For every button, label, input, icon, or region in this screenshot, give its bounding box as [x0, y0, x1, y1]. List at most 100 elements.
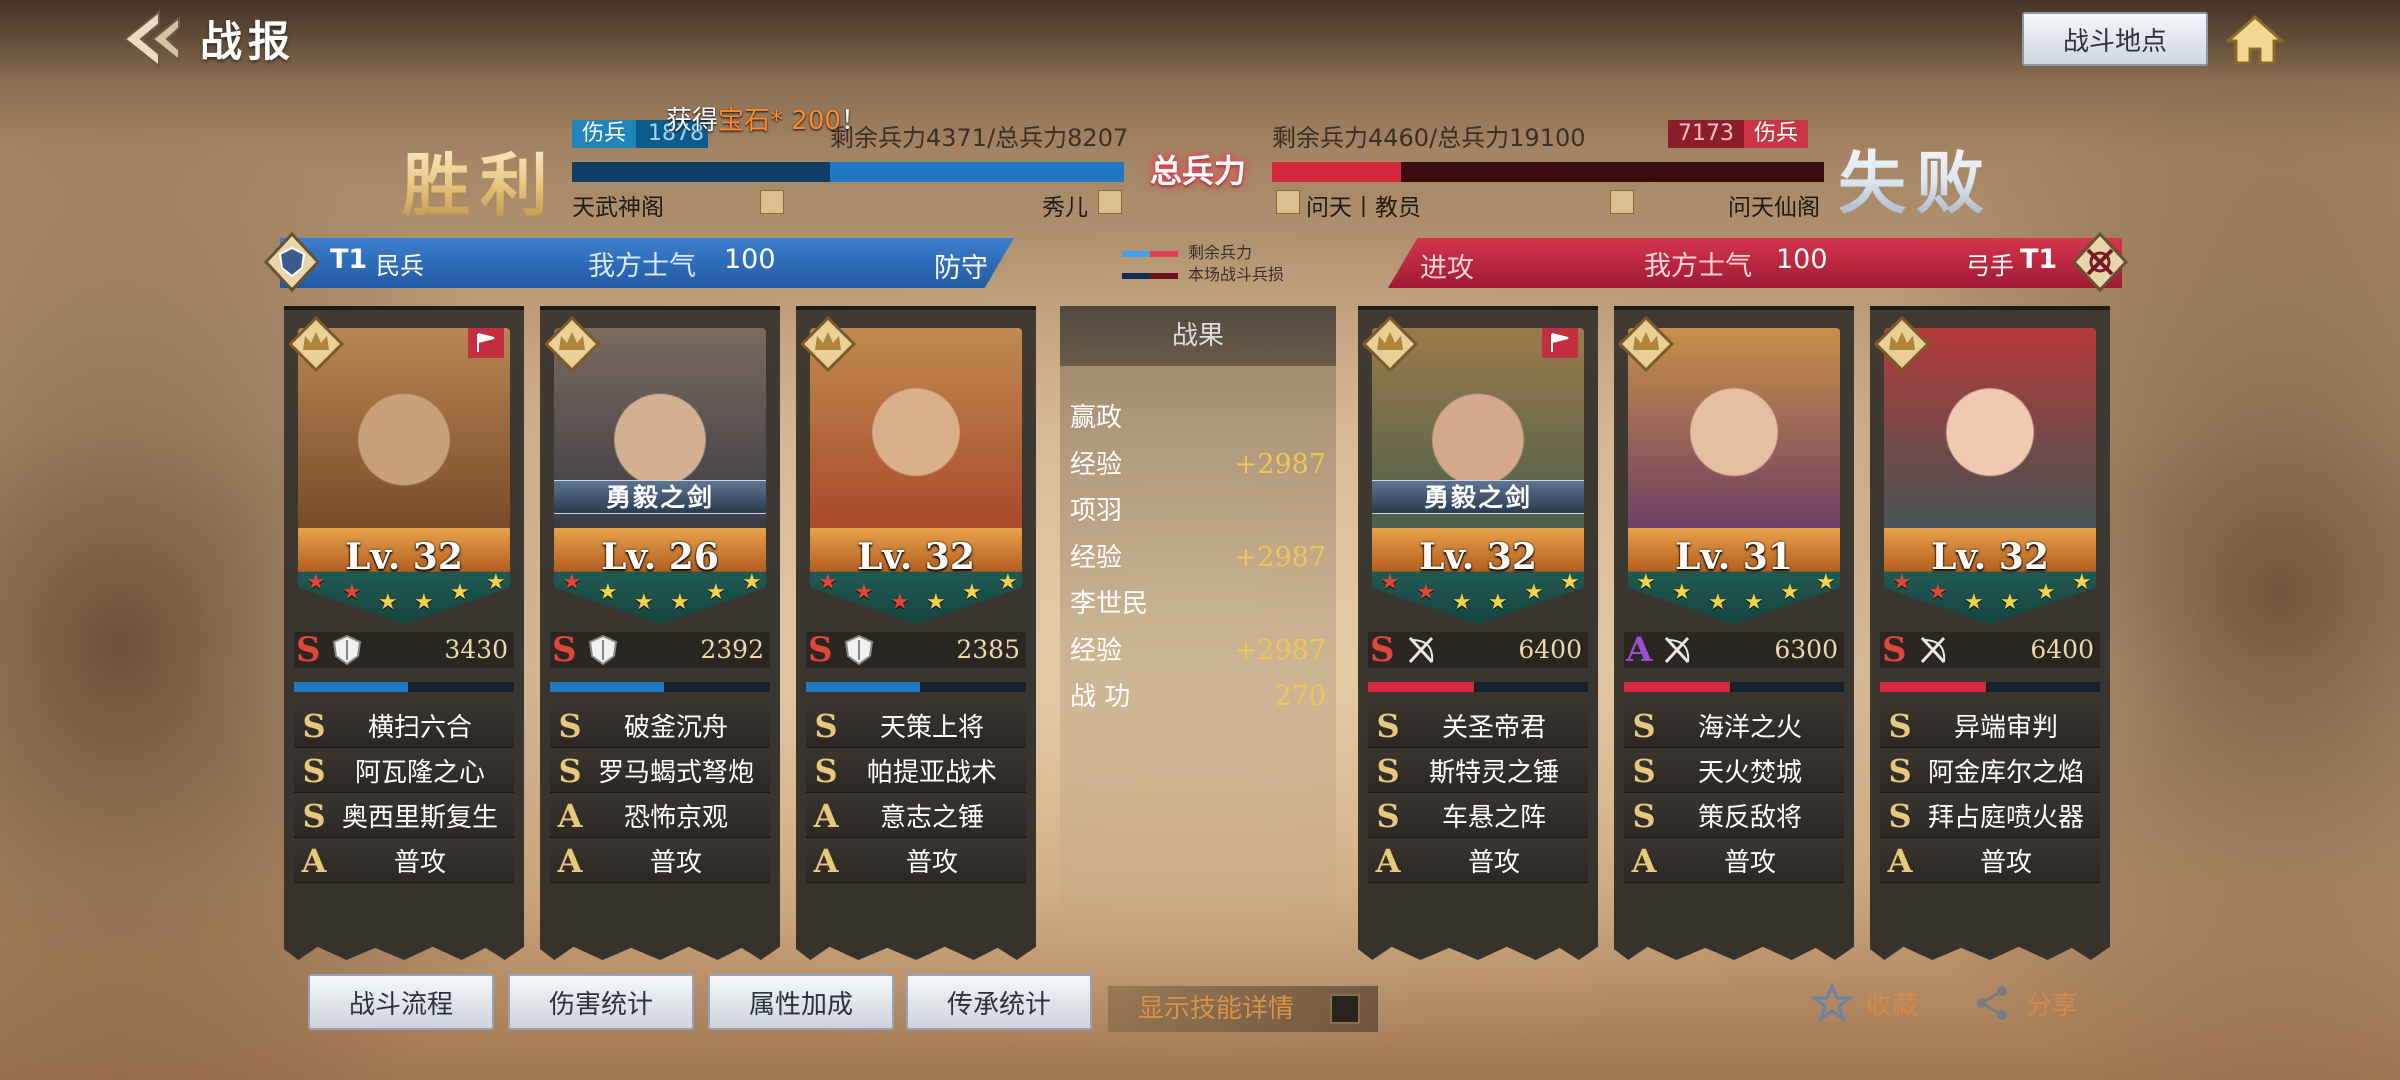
star-icon: ★: [414, 590, 434, 615]
skill-item[interactable]: S 罗马蝎式弩炮: [550, 749, 770, 793]
skill-details-checkbox[interactable]: [1330, 994, 1360, 1024]
star-icon: ★: [1380, 570, 1400, 595]
skill-name: 帕提亚战术: [866, 758, 997, 788]
legend-remaining: 剩余兵力: [1122, 242, 1284, 264]
skill-grade: A: [301, 841, 327, 880]
favorite-button[interactable]: 收藏: [1812, 978, 1918, 1028]
result-label: 战 功: [1070, 682, 1131, 712]
star-icon: ★: [2000, 590, 2020, 615]
hero-card[interactable]: Lv. 31 ★ ★ ★ ★ ★ ★ A 6300 S 海洋之火 S 天火焚城 S 策反敌将…: [1614, 306, 1854, 942]
skill-item[interactable]: A 普攻: [550, 839, 770, 883]
equipment-banner: 勇毅之剑: [1372, 480, 1584, 514]
skill-item[interactable]: A 恐怖京观: [550, 794, 770, 838]
left-remaining-text: 剩余兵力4371/总兵力8207: [830, 124, 1129, 152]
skill-item[interactable]: S 阿瓦隆之心: [294, 749, 514, 793]
skill-item[interactable]: S 车悬之阵: [1368, 794, 1588, 838]
skill-name: 普攻: [393, 848, 446, 878]
right-morale-value: 100: [1776, 244, 1828, 275]
reward-notice-prefix: 获得: [666, 106, 719, 136]
back-button[interactable]: [112, 6, 188, 72]
crown-icon: [543, 315, 601, 373]
star-icon: ★: [450, 580, 470, 605]
inheritance-stats-button[interactable]: 传承统计: [906, 974, 1092, 1030]
star-icon: ★: [818, 570, 838, 595]
right-troop-remaining: [1272, 162, 1401, 182]
skill-name: 斯特灵之锤: [1428, 758, 1559, 788]
skill-name: 奥西里斯复生: [341, 803, 498, 833]
battle-location-button[interactable]: 战斗地点: [2022, 12, 2208, 66]
skill-item[interactable]: S 斯特灵之锤: [1368, 749, 1588, 793]
skill-item[interactable]: S 策反敌将: [1624, 794, 1844, 838]
result-label: 经验: [1070, 635, 1123, 666]
total-troops-label: 总兵力: [1149, 152, 1246, 190]
skill-item[interactable]: S 关圣帝君: [1368, 704, 1588, 748]
skill-item[interactable]: A 普攻: [806, 839, 1026, 883]
skill-name: 普攻: [1723, 848, 1776, 878]
hero-grade: S: [808, 630, 833, 670]
skill-item[interactable]: S 阿金库尔之焰: [1880, 749, 2100, 793]
crown-icon: [287, 315, 345, 373]
reward-notice-highlight: 宝石* 200: [718, 106, 841, 136]
hero-troop-fill: [1880, 682, 1986, 692]
crown-icon: [799, 315, 857, 373]
skill-name: 策反敌将: [1697, 803, 1802, 833]
left-morale-label: 我方士气: [588, 251, 696, 282]
result-label: 经验: [1070, 542, 1123, 573]
hero-card[interactable]: Lv. 32 ★ ★ ★ ★ ★ ★ S 3430 S 横扫六合 S 阿瓦隆之心 S 奥西里…: [284, 306, 524, 942]
skill-item[interactable]: S 帕提亚战术: [806, 749, 1026, 793]
bow-icon: [1664, 636, 1690, 664]
star-icon: ★: [1892, 570, 1912, 595]
result-label: 李世民: [1070, 589, 1149, 619]
star-icon: ★: [1780, 580, 1800, 605]
hero-troop-bar: [294, 682, 514, 692]
skill-item[interactable]: S 天策上将: [806, 704, 1026, 748]
star-icon: ★: [562, 570, 582, 595]
bow-icon: [1408, 636, 1434, 664]
skill-item[interactable]: S 天火焚城: [1624, 749, 1844, 793]
skill-item[interactable]: S 异端审判: [1880, 704, 2100, 748]
skill-item[interactable]: S 拜占庭喷火器: [1880, 794, 2100, 838]
skill-item[interactable]: A 普攻: [1624, 839, 1844, 883]
star-icon: ★: [1488, 590, 1508, 615]
skill-item[interactable]: A 普攻: [294, 839, 514, 883]
result-value: 270: [1274, 681, 1326, 712]
left-troop-type: 民兵: [376, 252, 424, 280]
attribute-bonus-button[interactable]: 属性加成: [708, 974, 894, 1030]
damage-stats-button[interactable]: 伤害统计: [508, 974, 694, 1030]
home-button[interactable]: [2222, 10, 2288, 70]
right-wounded-badge: 7173 伤兵: [1668, 120, 1809, 148]
show-skill-details-toggle[interactable]: 显示技能详情: [1108, 986, 1378, 1032]
battle-flow-button[interactable]: 战斗流程: [308, 974, 494, 1030]
skill-grade: A: [813, 841, 839, 880]
hero-card[interactable]: 勇毅之剑 Lv. 32 ★ ★ ★ ★ ★ ★ S 6400 S 关圣帝君 S 斯特灵之锤 S…: [1358, 306, 1598, 942]
right-player-name: 问天丨教员: [1306, 195, 1421, 221]
skill-grade: A: [557, 841, 583, 880]
hero-card[interactable]: 勇毅之剑 Lv. 26 ★ ★ ★ ★ ★ ★ S 2392 S 破釜沉舟 S 罗马蝎式弩炮 …: [540, 306, 780, 942]
star-icon: ★: [486, 570, 506, 595]
skill-item[interactable]: S 横扫六合: [294, 704, 514, 748]
skill-list: S 横扫六合 S 阿瓦隆之心 S 奥西里斯复生 A 普攻: [294, 704, 514, 884]
skill-item[interactable]: A 普攻: [1368, 839, 1588, 883]
skill-name: 普攻: [649, 848, 702, 878]
hero-card[interactable]: Lv. 32 ★ ★ ★ ★ ★ ★ S 6400 S 异端审判 S 阿金库尔之焰 S 拜占…: [1870, 306, 2110, 942]
skill-item[interactable]: A 意志之锤: [806, 794, 1026, 838]
skill-item[interactable]: A 普攻: [1880, 839, 2100, 883]
skill-grade: S: [814, 706, 838, 745]
skill-item[interactable]: S 海洋之火: [1624, 704, 1844, 748]
back-arrow-icon: [123, 9, 180, 69]
hero-stars: ★ ★ ★ ★ ★ ★: [1870, 572, 2110, 622]
star-icon: ★: [306, 570, 326, 595]
page-title: 战报: [200, 17, 297, 66]
share-label: 分享: [2026, 990, 2079, 1021]
skill-item[interactable]: S 破釜沉舟: [550, 704, 770, 748]
skill-grade: A: [1375, 841, 1401, 880]
skill-name: 天火焚城: [1697, 758, 1802, 788]
skill-item[interactable]: S 奥西里斯复生: [294, 794, 514, 838]
share-button[interactable]: 分享: [1972, 978, 2078, 1028]
skill-name: 关圣帝君: [1441, 713, 1546, 743]
star-icon: ★: [1560, 570, 1580, 595]
hero-troop-bar: [1624, 682, 1844, 692]
left-stance: 防守: [934, 253, 988, 284]
skill-grade: S: [1888, 796, 1912, 835]
hero-card[interactable]: Lv. 32 ★ ★ ★ ★ ★ ★ S 2385 S 天策上将 S 帕提亚战术 A 意志之…: [796, 306, 1036, 942]
